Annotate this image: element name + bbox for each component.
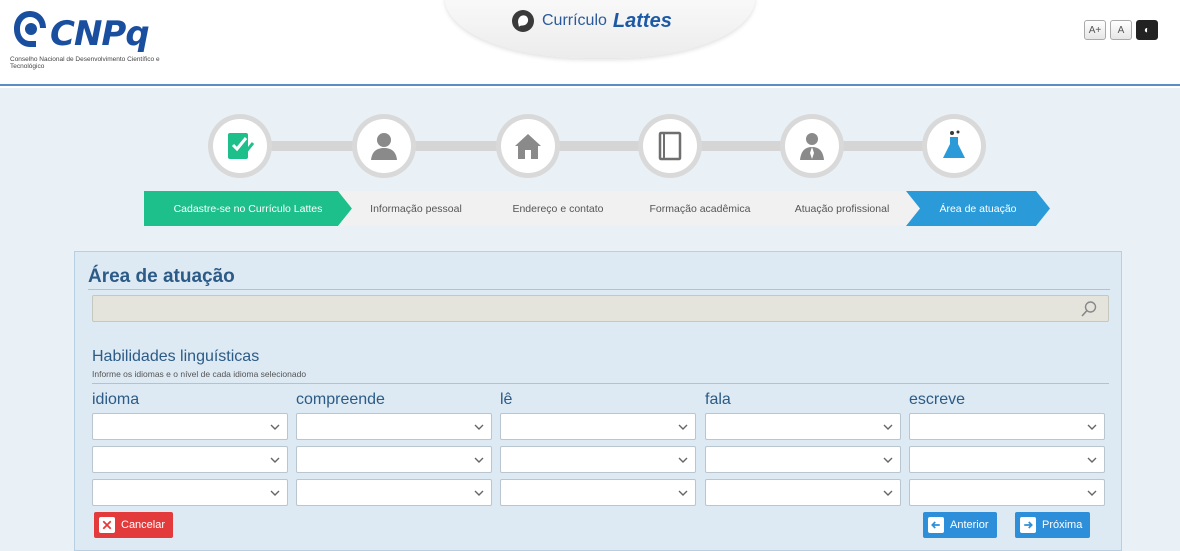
brand-prefix: Currículo — [542, 12, 607, 29]
logo-text: CNPq — [50, 14, 150, 54]
arrow-left-icon — [928, 517, 944, 533]
cancel-label: Cancelar — [121, 519, 166, 531]
chevron-down-icon — [474, 457, 484, 463]
crumb-professional[interactable]: Atuação profissional — [764, 191, 920, 226]
chevron-down-icon — [883, 424, 893, 430]
column-header-le: lê — [500, 391, 513, 408]
step-circle-education[interactable] — [638, 114, 702, 178]
curriculo-lattes-brand: Currículo Lattes — [510, 8, 672, 34]
title-divider — [88, 289, 1110, 290]
chevron-down-icon — [270, 490, 280, 496]
chevron-down-icon — [474, 490, 484, 496]
next-button[interactable]: Próxima — [1015, 512, 1091, 538]
search-icon — [1081, 301, 1097, 317]
le-select-3[interactable] — [500, 479, 696, 506]
compreende-select-1[interactable] — [296, 413, 492, 440]
wizard-breadcrumb: Cadastre-se no Currículo Lattes Informaç… — [144, 191, 1050, 226]
chevron-down-icon — [883, 457, 893, 463]
step-circle-area[interactable] — [922, 114, 986, 178]
area-search-input[interactable] — [92, 295, 1109, 322]
chevron-down-icon — [1087, 490, 1097, 496]
step-circle-personal[interactable] — [352, 114, 416, 178]
fala-select-2[interactable] — [705, 446, 901, 473]
languages-divider — [92, 383, 1109, 384]
next-label: Próxima — [1042, 519, 1083, 531]
idioma-select-1[interactable] — [92, 413, 288, 440]
chevron-down-icon — [678, 457, 688, 463]
step-circle-professional[interactable] — [780, 114, 844, 178]
le-select-1[interactable] — [500, 413, 696, 440]
panel-title: Área de atuação — [88, 266, 235, 287]
previous-label: Anterior — [950, 519, 989, 531]
le-select-2[interactable] — [500, 446, 696, 473]
accessibility-controls: A+ A ◐ — [1084, 20, 1158, 40]
crumb-address[interactable]: Endereço e contato — [480, 191, 636, 226]
chevron-down-icon — [474, 424, 484, 430]
compreende-select-2[interactable] — [296, 446, 492, 473]
chevron-down-icon — [1087, 457, 1097, 463]
crumb-area[interactable]: Área de atuação — [906, 191, 1050, 226]
lattes-icon — [512, 10, 534, 32]
chevron-down-icon — [678, 490, 688, 496]
idioma-select-2[interactable] — [92, 446, 288, 473]
house-icon — [515, 134, 541, 159]
cnpq-logo-icon — [14, 11, 46, 47]
step-circle-register[interactable] — [208, 114, 272, 178]
area-panel: Área de atuação Habilidades linguísticas… — [74, 251, 1122, 551]
contrast-button[interactable]: ◐ — [1136, 20, 1158, 40]
crumb-personal[interactable]: Informação pessoal — [338, 191, 494, 226]
crumb-register[interactable]: Cadastre-se no Currículo Lattes — [144, 191, 352, 226]
column-header-idioma: idioma — [92, 391, 140, 408]
column-header-fala: fala — [705, 391, 731, 408]
professional-icon — [800, 133, 824, 160]
book-icon — [658, 131, 682, 161]
logo-subtitle: Conselho Nacional de Desenvolvimento Cie… — [10, 56, 160, 70]
chevron-down-icon — [270, 457, 280, 463]
brand-name: Lattes — [612, 9, 672, 32]
site-header: CNPq Conselho Nacional de Desenvolviment… — [0, 0, 1180, 86]
flask-icon — [943, 130, 965, 158]
chevron-down-icon — [270, 424, 280, 430]
languages-title: Habilidades linguísticas — [92, 348, 260, 365]
person-icon — [371, 133, 397, 160]
escreve-select-2[interactable] — [909, 446, 1105, 473]
compreende-select-3[interactable] — [296, 479, 492, 506]
arrow-right-icon — [1020, 517, 1036, 533]
fala-select-1[interactable] — [705, 413, 901, 440]
chevron-down-icon — [678, 424, 688, 430]
escreve-select-1[interactable] — [909, 413, 1105, 440]
column-header-compreende: compreende — [296, 391, 385, 408]
column-header-escreve: escreve — [909, 391, 966, 408]
close-icon — [99, 517, 115, 533]
previous-button[interactable]: Anterior — [923, 512, 997, 538]
chevron-down-icon — [883, 490, 893, 496]
normal-font-button[interactable]: A — [1110, 20, 1132, 40]
step-circle-address[interactable] — [496, 114, 560, 178]
fala-select-3[interactable] — [705, 479, 901, 506]
idioma-select-3[interactable] — [92, 479, 288, 506]
cancel-button[interactable]: Cancelar — [94, 512, 174, 538]
languages-subtitle: Informe os idiomas e o nível de cada idi… — [92, 369, 307, 379]
increase-font-button[interactable]: A+ — [1084, 20, 1106, 40]
steps-progress-line — [240, 141, 954, 151]
edit-document-icon — [228, 133, 255, 159]
chevron-down-icon — [1087, 424, 1097, 430]
escreve-select-3[interactable] — [909, 479, 1105, 506]
crumb-education[interactable]: Formação acadêmica — [622, 191, 778, 226]
